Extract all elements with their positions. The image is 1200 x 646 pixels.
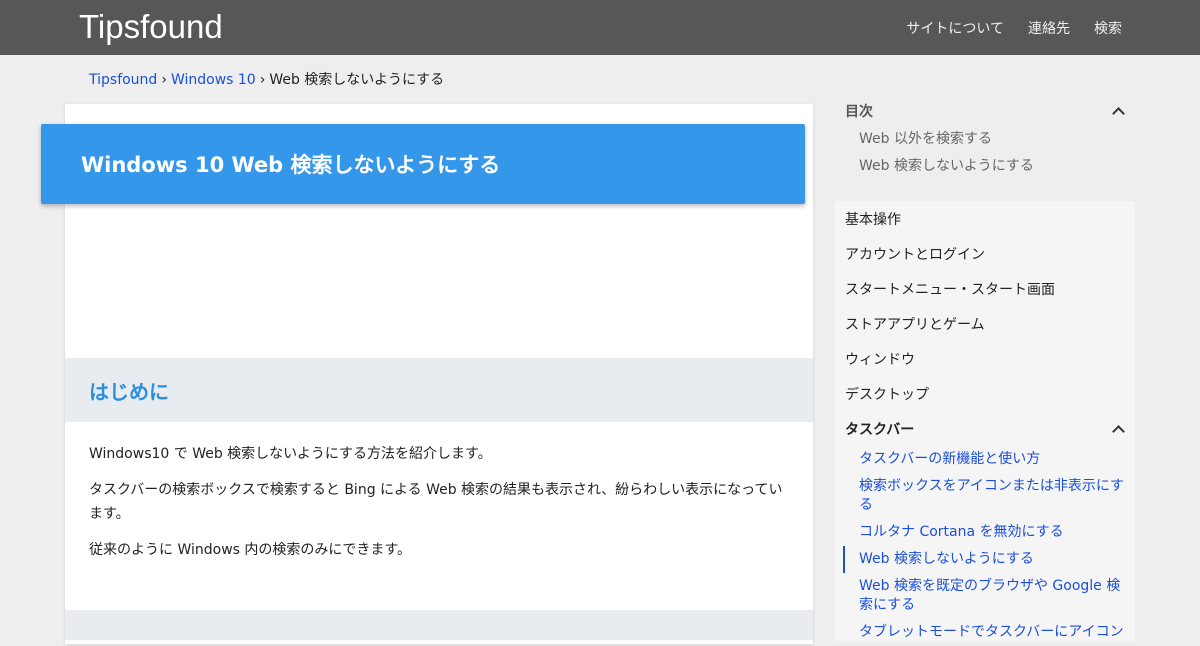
category-nav: 基本操作 アカウントとログイン スタートメニュー・スタート画面 ストアアプリとゲ… <box>835 201 1135 641</box>
section-heading-text: はじめに <box>89 379 169 404</box>
category-item[interactable]: スタートメニュー・スタート画面 <box>835 271 1135 306</box>
breadcrumb-windows10-link[interactable]: Windows 10 <box>171 72 256 88</box>
category-item[interactable]: ウィンドウ <box>835 341 1135 376</box>
subcategory-link[interactable]: コルタナ Cortana を無効にする <box>859 519 1127 546</box>
category-item[interactable]: アカウントとログイン <box>835 236 1135 271</box>
section-heading-intro: はじめに <box>65 358 813 422</box>
subcategory-link[interactable]: Web 検索を既定のブラウザや Google 検索にする <box>859 573 1127 619</box>
category-item[interactable]: デスクトップ <box>835 376 1135 411</box>
paragraph: Windows10 で Web 検索しないようにする方法を紹介します。 <box>89 446 492 462</box>
article-title: Windows 10 Web 検索しないようにする <box>81 153 501 177</box>
chevron-up-icon[interactable] <box>1111 422 1125 436</box>
toc-heading: 目次 <box>845 104 873 120</box>
breadcrumb-separator: › <box>259 72 266 88</box>
subcategory-link[interactable]: タブレットモードでタスクバーにアイコン <box>859 619 1127 646</box>
category-item[interactable]: 基本操作 <box>835 201 1135 236</box>
toc-item[interactable]: Web 以外を検索する <box>835 126 1135 153</box>
nav-search-link[interactable]: 検索 <box>1094 18 1122 38</box>
subcategory-link-current[interactable]: Web 検索しないようにする <box>843 546 1127 573</box>
subcategory-list: タスクバーの新機能と使い方 検索ボックスをアイコンまたは非表示にする コルタナ … <box>835 446 1135 646</box>
toc-item[interactable]: Web 検索しないようにする <box>835 153 1135 180</box>
category-item-taskbar[interactable]: タスクバー <box>835 411 1135 446</box>
nav-about-link[interactable]: サイトについて <box>906 18 1004 38</box>
breadcrumb-current: Web 検索しないようにする <box>269 72 445 88</box>
section-heading-next <box>65 610 813 640</box>
paragraph: タスクバーの検索ボックスで検索すると Bing による Web 検索の結果も表示… <box>89 482 783 522</box>
article-title-banner: Windows 10 Web 検索しないようにする <box>41 124 805 204</box>
breadcrumb-home-link[interactable]: Tipsfound <box>89 72 157 88</box>
site-title-link[interactable]: Tipsfound <box>79 7 223 47</box>
table-of-contents: 目次 Web 以外を検索する Web 検索しないようにする <box>835 96 1135 180</box>
paragraph: 従来のように Windows 内の検索のみにできます。 <box>89 542 411 558</box>
subcategory-link[interactable]: 検索ボックスをアイコンまたは非表示にする <box>859 473 1127 519</box>
breadcrumb: Tipsfound › Windows 10 › Web 検索しないようにする <box>89 71 444 89</box>
article-body: Windows10 で Web 検索しないようにする方法を紹介します。 タスクバ… <box>89 442 789 574</box>
category-active-label: タスクバー <box>845 421 915 438</box>
subcategory-link[interactable]: タスクバーの新機能と使い方 <box>859 446 1127 473</box>
ad-space <box>65 204 813 358</box>
nav-contact-link[interactable]: 連絡先 <box>1028 18 1070 38</box>
chevron-up-icon[interactable] <box>1111 104 1125 118</box>
top-nav: サイトについて 連絡先 検索 <box>906 0 1122 55</box>
toc-header[interactable]: 目次 <box>835 96 1135 126</box>
category-item[interactable]: ストアアプリとゲーム <box>835 306 1135 341</box>
site-header: Tipsfound サイトについて 連絡先 検索 <box>0 0 1200 55</box>
breadcrumb-separator: › <box>161 72 167 88</box>
